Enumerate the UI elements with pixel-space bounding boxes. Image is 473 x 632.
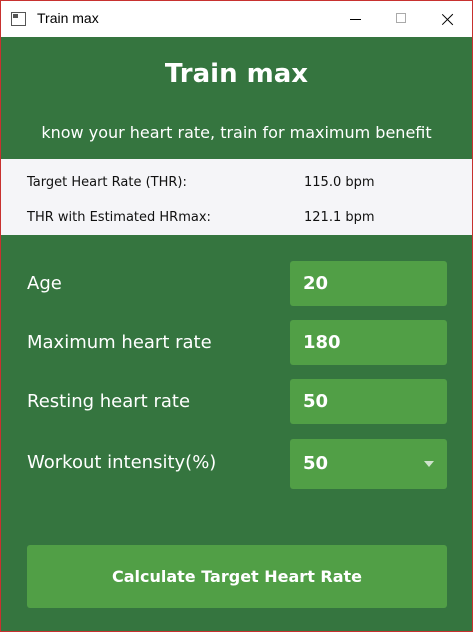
- close-icon: [442, 13, 454, 25]
- age-label: Age: [27, 273, 62, 294]
- app-subtitle: know your heart rate, train for maximum …: [41, 123, 432, 142]
- age-input[interactable]: 20: [290, 261, 447, 306]
- max-heart-rate-input[interactable]: 180: [290, 320, 447, 365]
- minimize-button[interactable]: [333, 1, 379, 37]
- maximize-icon: [396, 13, 406, 23]
- minimize-icon: [350, 19, 361, 20]
- maximize-button[interactable]: [379, 1, 425, 37]
- thr-value: 115.0 bpm: [304, 175, 375, 190]
- thr-estimated-value: 121.1 bpm: [304, 210, 375, 225]
- main-content: Train max know your heart rate, train fo…: [1, 37, 472, 631]
- workout-intensity-label: Workout intensity(%): [27, 452, 217, 473]
- chevron-down-icon: [424, 461, 434, 467]
- app-window: Train max Train max know your heart rate…: [0, 0, 473, 632]
- calculate-button[interactable]: Calculate Target Heart Rate: [27, 545, 447, 608]
- max-heart-rate-label: Maximum heart rate: [27, 332, 212, 353]
- window-title: Train max: [37, 10, 99, 26]
- thr-estimated-label: THR with Estimated HRmax:: [27, 210, 211, 225]
- app-heading: Train max: [164, 59, 309, 89]
- resting-heart-rate-label: Resting heart rate: [27, 391, 191, 412]
- workout-intensity-value: 50: [303, 453, 329, 474]
- results-panel: Target Heart Rate (THR): 115.0 bpm THR w…: [1, 159, 472, 235]
- app-window-icon: [11, 12, 26, 26]
- resting-heart-rate-input[interactable]: 50: [290, 379, 447, 424]
- title-bar[interactable]: Train max: [1, 1, 472, 37]
- workout-intensity-select[interactable]: 50: [290, 439, 447, 489]
- thr-label: Target Heart Rate (THR):: [27, 175, 187, 190]
- close-button[interactable]: [425, 1, 471, 37]
